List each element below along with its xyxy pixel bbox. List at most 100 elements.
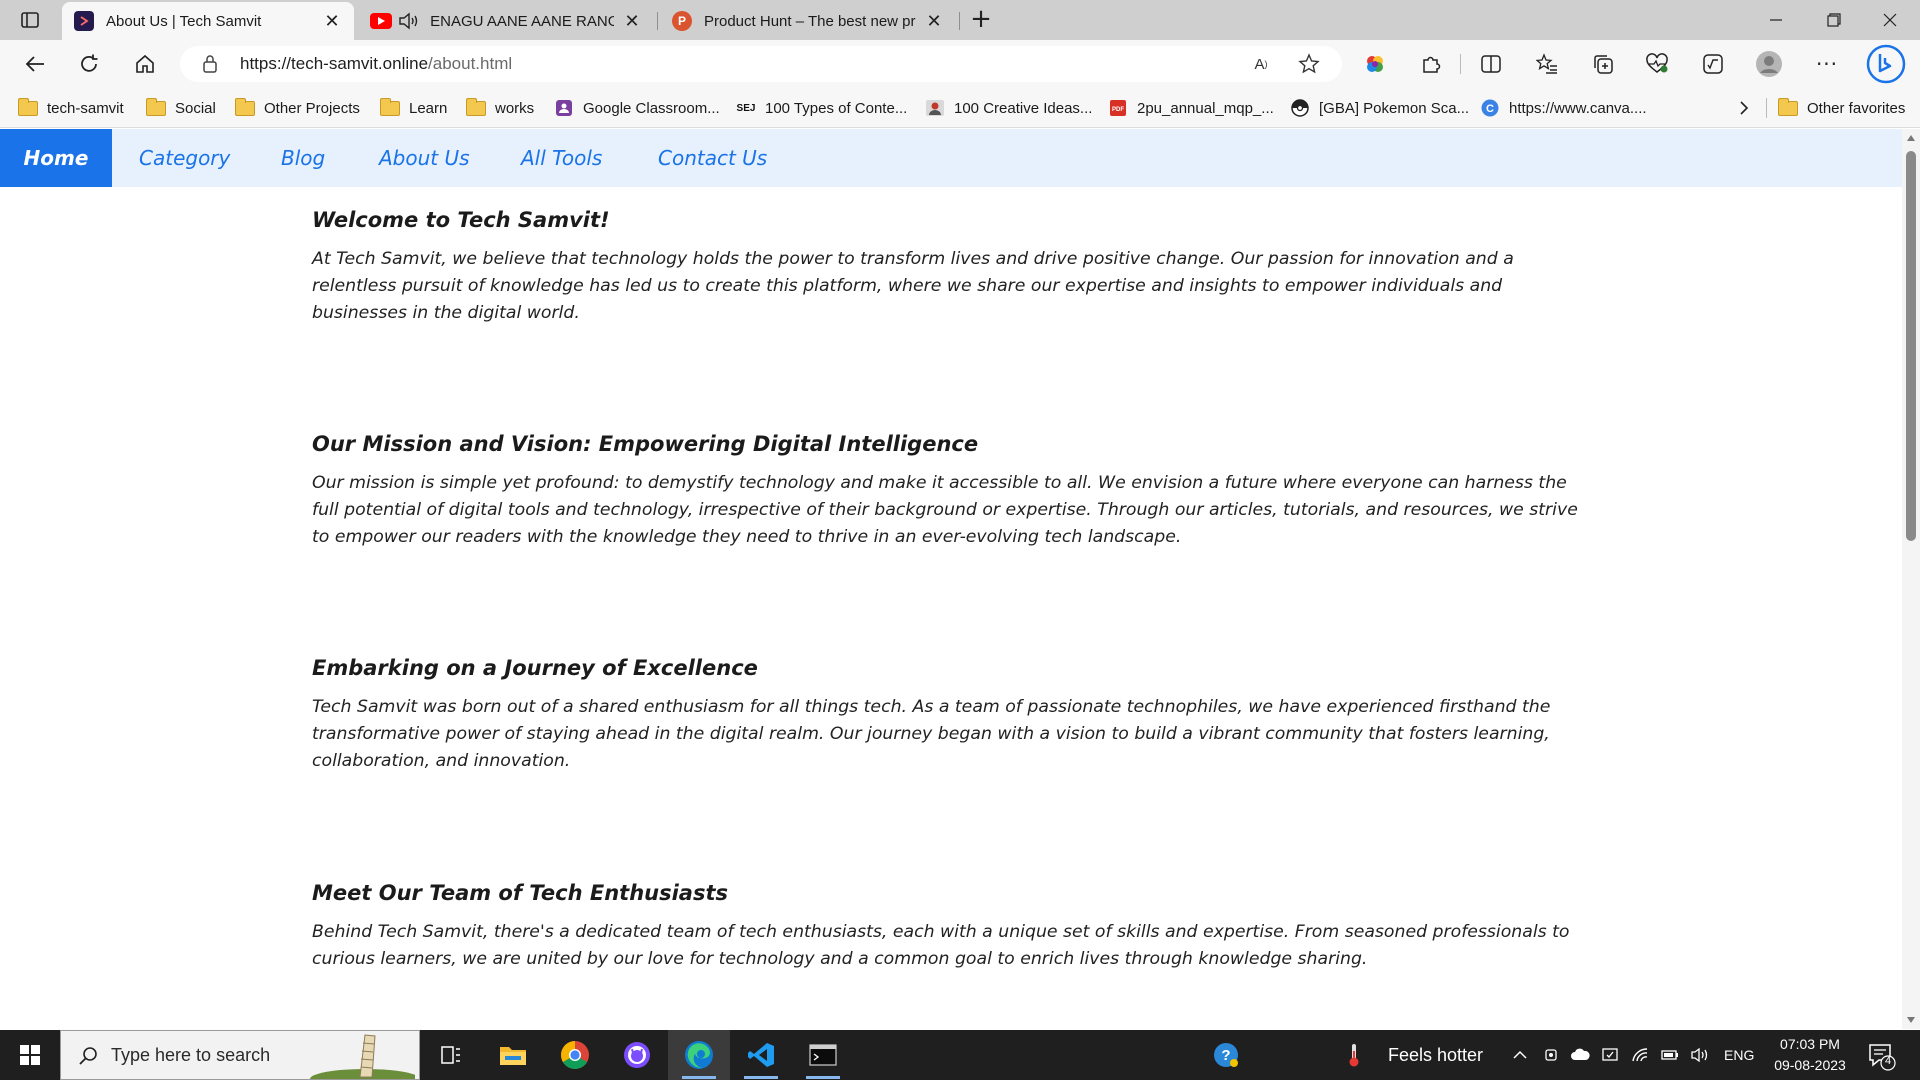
math-solver-icon xyxy=(1703,54,1723,74)
section-body: Behind Tech Samvit, there's a dedicated … xyxy=(312,922,1570,969)
favorites-list-icon xyxy=(1536,53,1557,74)
tab-actions-button[interactable] xyxy=(14,8,46,32)
favorite-star-icon[interactable] xyxy=(1296,52,1322,76)
chrome-button[interactable] xyxy=(544,1030,606,1080)
tab-youtube[interactable]: ENAGU AANE AANE RANGA ✕ xyxy=(358,2,654,40)
github-desktop-button[interactable] xyxy=(606,1030,668,1080)
favorite-other-projects[interactable]: Other Projects xyxy=(235,97,360,119)
close-tab-icon[interactable]: ✕ xyxy=(924,11,944,32)
profile-button[interactable] xyxy=(1752,48,1786,80)
weather-status[interactable]: Feels hotter xyxy=(1388,1030,1483,1080)
favorite-100-types-content[interactable]: SEJ 100 Types of Conte... xyxy=(736,97,908,119)
classroom-icon xyxy=(554,99,574,117)
show-hidden-icons-icon[interactable] xyxy=(1510,1046,1530,1064)
bing-copilot-button[interactable] xyxy=(1864,44,1908,84)
vscode-button[interactable] xyxy=(730,1030,792,1080)
favorite-learn[interactable]: Learn xyxy=(380,97,447,119)
audio-playing-icon[interactable] xyxy=(398,12,420,30)
volume-icon[interactable] xyxy=(1690,1046,1710,1064)
favorite-label: [GBA] Pokemon Sca... xyxy=(1319,99,1470,117)
favorite-canva[interactable]: Chttps://www.canva.... xyxy=(1480,97,1647,119)
pokeball-icon xyxy=(1290,99,1310,117)
minimize-button[interactable] xyxy=(1748,0,1804,40)
terminal-button[interactable] xyxy=(792,1030,854,1080)
settings-more-button[interactable]: ··· xyxy=(1810,48,1844,80)
extensions-button[interactable] xyxy=(1414,48,1448,80)
tab-about-us[interactable]: About Us | Tech Samvit ✕ xyxy=(62,2,354,40)
notification-center-button[interactable]: 4 xyxy=(1866,1041,1896,1071)
help-button[interactable]: ? xyxy=(1196,1030,1256,1080)
close-tab-icon[interactable]: ✕ xyxy=(322,11,342,32)
address-bar[interactable]: https://tech-samvit.online/about.html A) xyxy=(180,46,1342,82)
favorite-works[interactable]: works xyxy=(466,97,534,119)
tab-title: About Us | Tech Samvit xyxy=(106,12,262,30)
section-heading: Our Mission and Vision: Empowering Digit… xyxy=(312,432,979,456)
scroll-up-arrow-icon[interactable] xyxy=(1907,135,1915,141)
color-wheel-icon xyxy=(1367,56,1383,72)
sej-icon: SEJ xyxy=(736,102,756,114)
favorite-gba-pokemon[interactable]: [GBA] Pokemon Sca... xyxy=(1290,97,1469,119)
taskbar-clock[interactable]: 07:03 PM 09-08-2023 xyxy=(1760,1034,1860,1076)
nav-category[interactable]: Category xyxy=(112,129,257,187)
wifi-icon[interactable] xyxy=(1630,1046,1650,1064)
leaning-tower-icon xyxy=(310,1034,415,1079)
file-explorer-button[interactable] xyxy=(482,1030,544,1080)
tab-actions-icon xyxy=(21,12,39,28)
browser-essentials-button[interactable] xyxy=(1640,48,1674,80)
tab-strip: About Us | Tech Samvit ✕ ENAGU AANE AANE… xyxy=(0,0,1920,40)
other-favorites[interactable]: Other favorites xyxy=(1778,97,1905,119)
favorites-bar: tech-samvit Social Other Projects Learn … xyxy=(0,88,1920,128)
home-button[interactable] xyxy=(128,48,162,80)
search-placeholder: Type here to search xyxy=(111,1045,271,1065)
meet-now-icon[interactable] xyxy=(1542,1046,1562,1064)
back-button[interactable] xyxy=(18,48,52,80)
close-window-button[interactable] xyxy=(1862,0,1918,40)
favorites-button[interactable] xyxy=(1530,48,1564,80)
favorite-social[interactable]: Social xyxy=(146,97,216,119)
favorite-tech-samvit[interactable]: tech-samvit xyxy=(18,97,124,119)
favorite-label: tech-samvit xyxy=(47,99,124,117)
split-screen-button[interactable] xyxy=(1474,48,1508,80)
nav-about-us[interactable]: About Us xyxy=(352,129,497,187)
close-tab-icon[interactable]: ✕ xyxy=(622,11,642,32)
refresh-button[interactable] xyxy=(72,48,106,80)
web-page: Home Category Blog About Us All Tools Co… xyxy=(0,129,1902,1029)
language-indicator[interactable]: ENG xyxy=(1724,1030,1754,1080)
tech-samvit-favicon xyxy=(74,11,94,31)
battery-icon[interactable] xyxy=(1660,1046,1680,1064)
cloud-sync-icon[interactable] xyxy=(1570,1046,1590,1064)
pdf-icon: PDF xyxy=(1108,99,1128,117)
color-extension-button[interactable] xyxy=(1358,48,1392,80)
math-solver-button[interactable] xyxy=(1696,48,1730,80)
nav-contact-us[interactable]: Contact Us xyxy=(631,129,794,187)
nav-blog[interactable]: Blog xyxy=(254,129,352,187)
scroll-down-arrow-icon[interactable] xyxy=(1907,1017,1915,1023)
page-scrollbar[interactable] xyxy=(1902,129,1920,1029)
favorite-2pu-annual-mqp[interactable]: PDF 2pu_annual_mqp_... xyxy=(1108,97,1274,119)
nav-all-tools[interactable]: All Tools xyxy=(494,129,629,187)
url-host: https://tech-samvit.online xyxy=(240,54,429,73)
task-view-button[interactable] xyxy=(420,1030,482,1080)
favorite-100-creative-ideas[interactable]: 100 Creative Ideas... xyxy=(925,97,1092,119)
start-button[interactable] xyxy=(0,1030,60,1080)
lock-icon[interactable] xyxy=(202,54,218,78)
thermometer-icon[interactable] xyxy=(1346,1042,1362,1068)
url-text[interactable]: https://tech-samvit.online/about.html xyxy=(240,54,512,74)
new-tab-button[interactable]: + xyxy=(966,5,996,35)
favorites-overflow-button[interactable] xyxy=(1738,97,1750,119)
restore-button[interactable] xyxy=(1806,0,1862,40)
scrollbar-thumb[interactable] xyxy=(1906,151,1916,541)
terminal-icon xyxy=(809,1044,837,1066)
nav-home[interactable]: Home xyxy=(0,129,112,187)
tab-separator xyxy=(959,12,960,30)
taskbar-search-box[interactable]: Type here to search xyxy=(60,1030,420,1080)
read-aloud-icon[interactable]: A) xyxy=(1248,52,1274,76)
edge-browser-button[interactable] xyxy=(668,1030,730,1080)
tab-product-hunt[interactable]: P Product Hunt – The best new pro ✕ xyxy=(660,2,956,40)
system-display-icon[interactable] xyxy=(1600,1046,1620,1064)
clock-date: 09-08-2023 xyxy=(1774,1057,1846,1073)
collections-button[interactable] xyxy=(1586,48,1620,80)
tab-title: Product Hunt – The best new pro xyxy=(704,12,916,30)
section-heading: Welcome to Tech Samvit! xyxy=(312,208,610,232)
favorite-google-classroom[interactable]: Google Classroom... xyxy=(554,97,720,119)
